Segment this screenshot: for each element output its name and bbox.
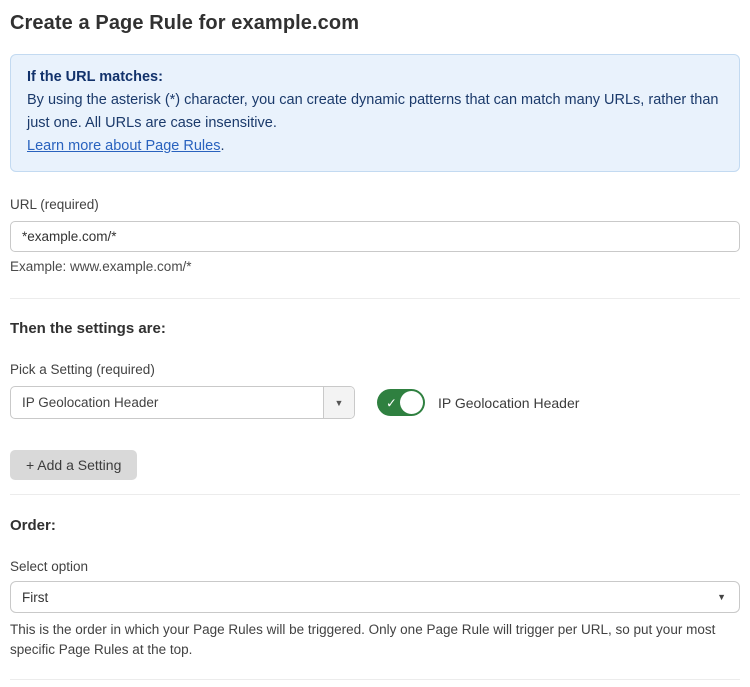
order-select-value: First [22, 590, 48, 605]
setting-select-value: IP Geolocation Header [11, 387, 323, 418]
toggle-knob [400, 391, 423, 414]
order-section-heading: Order: [10, 517, 740, 534]
settings-section-heading: Then the settings are: [10, 320, 740, 337]
url-field-label: URL (required) [10, 197, 740, 212]
create-page-rule-form: Create a Page Rule for example.com If th… [0, 0, 750, 687]
order-select-label: Select option [10, 559, 740, 574]
order-select[interactable]: First ▼ [10, 581, 740, 613]
info-box-link-line: Learn more about Page Rules. [27, 135, 723, 158]
page-title: Create a Page Rule for example.com [10, 12, 740, 35]
divider [10, 679, 740, 680]
link-suffix: . [220, 138, 224, 154]
url-input[interactable] [10, 221, 740, 252]
caret-down-icon: ▼ [717, 592, 726, 602]
ip-geolocation-toggle[interactable]: ✓ [377, 389, 425, 416]
setting-select-caret-button[interactable]: ▼ [323, 387, 354, 418]
divider [10, 298, 740, 299]
info-box-heading: If the URL matches: [27, 66, 723, 89]
url-match-info-box: If the URL matches: By using the asteris… [10, 54, 740, 172]
pick-setting-label: Pick a Setting (required) [10, 362, 740, 377]
caret-down-icon: ▼ [335, 398, 344, 408]
add-setting-button[interactable]: + Add a Setting [10, 450, 137, 480]
setting-row: IP Geolocation Header ▼ ✓ IP Geolocation… [10, 386, 740, 419]
toggle-label: IP Geolocation Header [438, 395, 579, 411]
setting-select[interactable]: IP Geolocation Header ▼ [10, 386, 355, 419]
divider [10, 494, 740, 495]
order-help-text: This is the order in which your Page Rul… [10, 620, 740, 660]
learn-more-link[interactable]: Learn more about Page Rules [27, 138, 220, 154]
url-example-text: Example: www.example.com/* [10, 259, 740, 274]
info-box-body: By using the asterisk (*) character, you… [27, 89, 723, 135]
check-icon: ✓ [386, 396, 397, 409]
